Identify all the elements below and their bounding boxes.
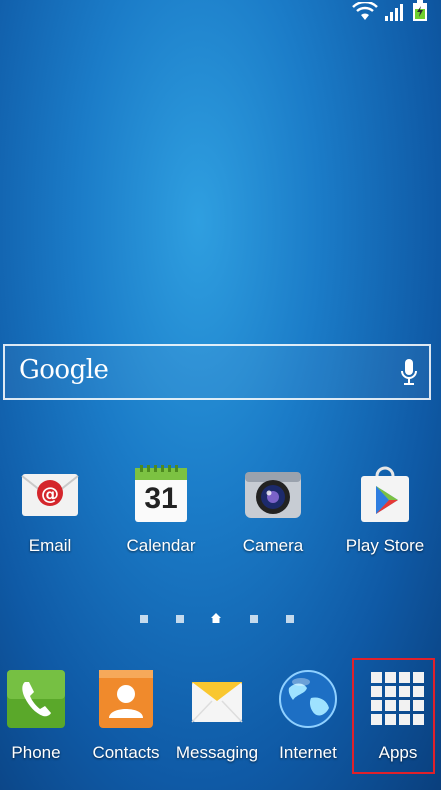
app-calendar[interactable]: 31 Calendar [111, 462, 211, 556]
messaging-icon [186, 668, 248, 730]
calendar-date: 31 [144, 482, 178, 515]
app-play-store[interactable]: Play Store [335, 462, 435, 556]
app-label: Email [28, 536, 72, 555]
page-dot[interactable] [176, 615, 184, 623]
page-dot[interactable] [140, 615, 148, 623]
app-label: Play Store [345, 536, 425, 555]
page-indicator[interactable] [0, 612, 441, 626]
dock-phone[interactable]: Phone [0, 668, 81, 763]
page-dot[interactable] [250, 615, 258, 623]
app-label: Contacts [92, 743, 160, 762]
email-icon: @ [18, 462, 82, 526]
phone-icon [5, 668, 67, 730]
play-store-icon [353, 462, 417, 526]
app-label: Phone [11, 743, 61, 762]
app-label: Internet [279, 743, 337, 762]
calendar-icon: 31 [129, 462, 193, 526]
status-bar [0, 0, 441, 26]
google-search-bar[interactable]: Google [3, 344, 431, 400]
contacts-icon [95, 668, 157, 730]
globe-icon [277, 668, 339, 730]
app-camera[interactable]: Camera [223, 462, 323, 556]
dock-messaging[interactable]: Messaging [172, 668, 262, 763]
camera-icon [241, 462, 305, 526]
app-label: Camera [242, 536, 304, 555]
svg-text:@: @ [41, 484, 59, 505]
dock-internet[interactable]: Internet [263, 668, 353, 763]
app-email[interactable]: @ Email [0, 462, 100, 556]
app-label: Calendar [126, 536, 196, 555]
google-logo-text: Google [19, 355, 109, 385]
dock-contacts[interactable]: Contacts [81, 668, 171, 763]
home-page-icon[interactable] [210, 612, 222, 624]
microphone-icon[interactable] [399, 358, 419, 388]
apps-highlight-box [352, 658, 435, 774]
wifi-icon [352, 2, 378, 20]
battery-icon [413, 0, 427, 21]
signal-icon [385, 4, 403, 21]
app-label: Messaging [175, 743, 259, 762]
page-dot[interactable] [286, 615, 294, 623]
